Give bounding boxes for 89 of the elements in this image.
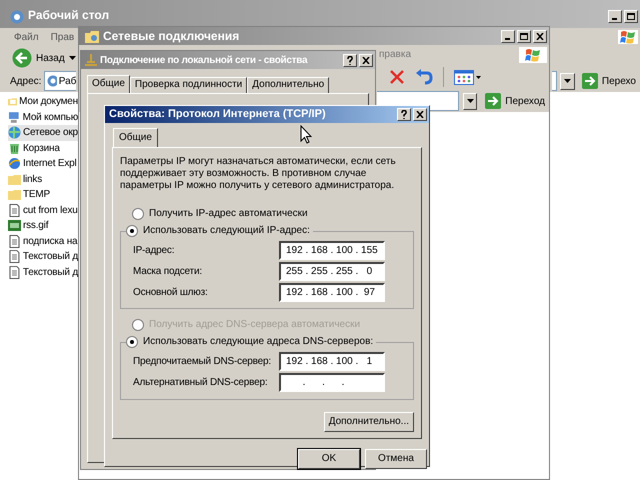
address-label: Адрес: — [10, 74, 42, 88]
close-icon — [416, 110, 424, 118]
flag-logo-icon — [620, 30, 636, 44]
field-label: Альтернативный DNS-сервер: — [133, 376, 268, 390]
delete-icon[interactable] — [389, 69, 405, 85]
cursor-icon — [300, 125, 312, 144]
radio-option[interactable]: Получить IP-адрес автоматически — [132, 208, 414, 220]
file-item[interactable]: Мой компью — [8, 110, 78, 125]
field-label: IP-адрес: — [133, 244, 176, 258]
window-title: Рабочий стол — [28, 7, 110, 24]
image-file-icon — [8, 219, 21, 232]
caret-icon — [564, 79, 571, 83]
file-item[interactable]: Сетевое окр — [8, 125, 78, 140]
globe-icon — [8, 157, 21, 170]
back-button[interactable]: Назад — [12, 48, 65, 68]
folder-icon — [8, 188, 21, 202]
ip-address-field[interactable]: 192 . 168 . 100 . 155 — [279, 240, 385, 260]
window-title: Сетевые подключения — [103, 28, 240, 45]
computer-icon — [8, 110, 21, 124]
close-icon — [362, 56, 370, 64]
browser-icon — [10, 10, 24, 24]
help-button[interactable] — [343, 54, 357, 66]
dropdown-button[interactable] — [560, 72, 575, 90]
tab[interactable]: Проверка подлинности — [130, 77, 248, 93]
dropdown-button[interactable] — [463, 92, 478, 110]
folder-icon — [8, 172, 21, 186]
window-title: Подключение по локальной сети - свойства — [100, 54, 308, 68]
file-item[interactable]: links — [8, 172, 78, 187]
address-field[interactable] — [552, 71, 557, 91]
tab[interactable]: Общие — [87, 75, 130, 93]
field-label: Основной шлюз: — [133, 286, 209, 300]
field-label: Маска подсети: — [133, 264, 203, 278]
caret-icon — [476, 76, 481, 78]
minimize-button[interactable] — [501, 30, 515, 42]
file-item[interactable]: Текстовый д — [8, 264, 78, 280]
maximize-icon — [520, 32, 528, 40]
network-icon — [8, 126, 21, 140]
file-item[interactable]: cut from lexu — [8, 202, 78, 218]
file-item[interactable]: rss.gif — [8, 218, 78, 234]
folder-icon — [85, 30, 99, 42]
close-button[interactable] — [359, 54, 373, 66]
close-icon — [536, 32, 544, 40]
maximize-icon — [627, 13, 635, 20]
file-item[interactable]: Internet Expl — [8, 156, 78, 172]
file-item[interactable]: Мои докумен — [8, 94, 78, 110]
browser-icon — [47, 75, 57, 87]
file-item[interactable]: подписка на — [8, 234, 78, 249]
document-icon — [8, 266, 21, 279]
views-button[interactable] — [454, 70, 481, 84]
address-field[interactable]: Раб — [44, 71, 76, 91]
advanced-button[interactable]: Дополнительно... — [324, 412, 414, 432]
file-item[interactable]: TEMP — [8, 187, 78, 202]
network-connection-icon — [85, 54, 97, 66]
caret-icon[interactable] — [68, 56, 76, 60]
caret-icon — [466, 99, 474, 103]
description-text: Параметры IP могут назначаться автоматически, если сеть поддерживает эту возможность. В противном случае параметры IP можно получить у сетевого администратора. — [120, 156, 397, 192]
arrow-icon — [485, 93, 502, 109]
undo-icon[interactable] — [415, 69, 433, 85]
ip-address-field[interactable]: 192 . 168 . 100 . 97 — [279, 282, 385, 302]
window-title: Свойства: Протокол Интернета (TCP/IP) — [109, 107, 326, 122]
menu-item[interactable]: Прав — [50, 30, 74, 44]
file-item[interactable]: Корзина — [8, 140, 78, 156]
ok-button[interactable]: OK — [298, 448, 360, 468]
close-button[interactable] — [413, 108, 427, 121]
grid-view-icon — [454, 70, 474, 84]
go-button[interactable]: Переход — [481, 91, 549, 111]
ip-address-field[interactable]: 192 . 168 . 100 . 1 — [279, 352, 385, 370]
flag-logo-icon — [525, 48, 541, 62]
menu-item[interactable]: Файл — [14, 30, 39, 44]
document-icon — [8, 204, 21, 217]
go-button[interactable]: Перехо — [578, 71, 640, 91]
arrow-icon — [582, 73, 598, 89]
recycle-bin-icon — [8, 142, 21, 155]
tab[interactable]: Общие — [113, 128, 158, 146]
close-button[interactable] — [533, 30, 547, 42]
field-label: Предпочитаемый DNS-сервер: — [133, 354, 272, 368]
ip-address-field[interactable]: . . . — [279, 372, 385, 392]
cancel-button[interactable]: Отмена — [365, 448, 427, 468]
maximize-button[interactable] — [624, 10, 638, 23]
document-icon — [8, 234, 21, 248]
ip-address-field[interactable]: 255 . 255 . 255 . 0 — [279, 262, 385, 280]
tab[interactable]: Дополнительно — [247, 77, 330, 93]
document-icon — [8, 250, 21, 264]
question-mark-icon — [400, 110, 408, 119]
file-item[interactable]: Текстовый д — [8, 249, 78, 264]
help-button[interactable] — [397, 108, 411, 121]
question-mark-icon — [346, 56, 354, 64]
minimize-button[interactable] — [608, 10, 622, 23]
maximize-button[interactable] — [517, 30, 531, 42]
